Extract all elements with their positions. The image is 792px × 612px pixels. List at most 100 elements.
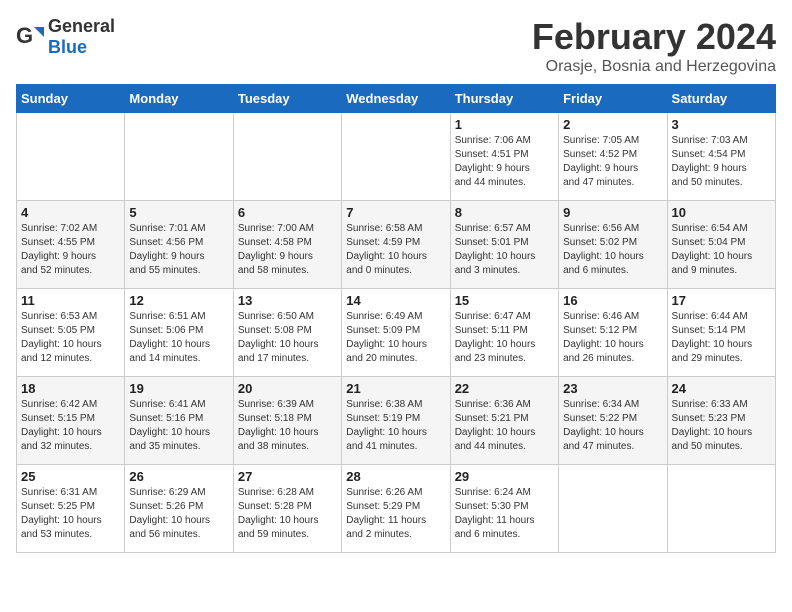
header-day-monday: Monday (125, 85, 233, 113)
day-info: Sunrise: 6:54 AM Sunset: 5:04 PM Dayligh… (672, 222, 771, 278)
calendar-body: 1 Sunrise: 7:06 AM Sunset: 4:51 PM Daylig… (17, 113, 776, 553)
calendar-cell: 1 Sunrise: 7:06 AM Sunset: 4:51 PM Daylig… (450, 113, 558, 201)
header-day-saturday: Saturday (667, 85, 775, 113)
week-row-5: 25Sunrise: 6:31 AM Sunset: 5:25 PM Dayli… (17, 465, 776, 553)
day-info: Sunrise: 7:01 AM Sunset: 4:56 PM Dayligh… (129, 222, 228, 278)
calendar-cell: 11 Sunrise: 6:53 AM Sunset: 5:05 PM Dayli… (17, 289, 125, 377)
day-info: Sunrise: 6:24 AM Sunset: 5:30 PM Dayligh… (455, 486, 554, 542)
calendar-cell: 21 Sunrise: 6:38 AM Sunset: 5:19 PM Dayli… (342, 377, 450, 465)
day-number: 5 (129, 205, 228, 220)
calendar-cell: 6Sunrise: 7:00 AM Sunset: 4:58 PM Daylig… (233, 201, 341, 289)
day-number: 26 (129, 469, 228, 484)
day-number: 12 (129, 293, 228, 308)
calendar-cell: 2 Sunrise: 7:05 AM Sunset: 4:52 PM Daylig… (559, 113, 667, 201)
calendar-cell: 9 Sunrise: 6:56 AM Sunset: 5:02 PM Daylig… (559, 201, 667, 289)
day-info: Sunrise: 6:26 AM Sunset: 5:29 PM Dayligh… (346, 486, 445, 542)
calendar-cell: 3 Sunrise: 7:03 AM Sunset: 4:54 PM Daylig… (667, 113, 775, 201)
week-row-3: 11 Sunrise: 6:53 AM Sunset: 5:05 PM Dayli… (17, 289, 776, 377)
day-number: 28 (346, 469, 445, 484)
day-info: Sunrise: 6:34 AM Sunset: 5:22 PM Dayligh… (563, 398, 662, 454)
day-number: 27 (238, 469, 337, 484)
day-number: 13 (238, 293, 337, 308)
day-info: Sunrise: 6:44 AM Sunset: 5:14 PM Dayligh… (672, 310, 771, 366)
day-number: 29 (455, 469, 554, 484)
day-number: 20 (238, 381, 337, 396)
calendar-cell: 4 Sunrise: 7:02 AM Sunset: 4:55 PM Daylig… (17, 201, 125, 289)
calendar-table: SundayMondayTuesdayWednesdayThursdayFrid… (16, 84, 776, 553)
day-info: Sunrise: 6:49 AM Sunset: 5:09 PM Dayligh… (346, 310, 445, 366)
day-number: 16 (563, 293, 662, 308)
calendar-cell (125, 113, 233, 201)
day-number: 4 (21, 205, 120, 220)
calendar-cell (667, 465, 775, 553)
day-info: Sunrise: 6:53 AM Sunset: 5:05 PM Dayligh… (21, 310, 120, 366)
calendar-cell: 16Sunrise: 6:46 AM Sunset: 5:12 PM Dayli… (559, 289, 667, 377)
day-number: 8 (455, 205, 554, 220)
calendar-cell: 23 Sunrise: 6:34 AM Sunset: 5:22 PM Dayli… (559, 377, 667, 465)
day-number: 24 (672, 381, 771, 396)
day-info: Sunrise: 7:06 AM Sunset: 4:51 PM Dayligh… (455, 134, 554, 190)
day-number: 14 (346, 293, 445, 308)
calendar-cell: 5 Sunrise: 7:01 AM Sunset: 4:56 PM Daylig… (125, 201, 233, 289)
calendar-cell: 17 Sunrise: 6:44 AM Sunset: 5:14 PM Dayli… (667, 289, 775, 377)
day-info: Sunrise: 6:33 AM Sunset: 5:23 PM Dayligh… (672, 398, 771, 454)
week-row-2: 4 Sunrise: 7:02 AM Sunset: 4:55 PM Daylig… (17, 201, 776, 289)
month-title: February 2024 (532, 16, 776, 58)
calendar-cell: 19 Sunrise: 6:41 AM Sunset: 5:16 PM Dayli… (125, 377, 233, 465)
calendar-cell: 10 Sunrise: 6:54 AM Sunset: 5:04 PM Dayli… (667, 201, 775, 289)
day-info: Sunrise: 6:56 AM Sunset: 5:02 PM Dayligh… (563, 222, 662, 278)
calendar-cell (233, 113, 341, 201)
day-info: Sunrise: 6:36 AM Sunset: 5:21 PM Dayligh… (455, 398, 554, 454)
day-number: 21 (346, 381, 445, 396)
logo-icon: G (16, 23, 44, 51)
calendar-cell: 25Sunrise: 6:31 AM Sunset: 5:25 PM Dayli… (17, 465, 125, 553)
day-number: 25 (21, 469, 120, 484)
day-number: 17 (672, 293, 771, 308)
calendar-cell: 13 Sunrise: 6:50 AM Sunset: 5:08 PM Dayli… (233, 289, 341, 377)
svg-text:G: G (16, 23, 33, 48)
day-number: 1 (455, 117, 554, 132)
calendar-header: SundayMondayTuesdayWednesdayThursdayFrid… (17, 85, 776, 113)
day-info: Sunrise: 7:02 AM Sunset: 4:55 PM Dayligh… (21, 222, 120, 278)
day-number: 11 (21, 293, 120, 308)
header-row: SundayMondayTuesdayWednesdayThursdayFrid… (17, 85, 776, 113)
calendar-cell: 29 Sunrise: 6:24 AM Sunset: 5:30 PM Dayli… (450, 465, 558, 553)
day-info: Sunrise: 6:57 AM Sunset: 5:01 PM Dayligh… (455, 222, 554, 278)
day-info: Sunrise: 6:51 AM Sunset: 5:06 PM Dayligh… (129, 310, 228, 366)
calendar-cell: 24 Sunrise: 6:33 AM Sunset: 5:23 PM Dayli… (667, 377, 775, 465)
day-info: Sunrise: 6:42 AM Sunset: 5:15 PM Dayligh… (21, 398, 120, 454)
day-number: 22 (455, 381, 554, 396)
day-number: 9 (563, 205, 662, 220)
calendar-cell: 20 Sunrise: 6:39 AM Sunset: 5:18 PM Dayli… (233, 377, 341, 465)
header-day-sunday: Sunday (17, 85, 125, 113)
calendar-cell: 28 Sunrise: 6:26 AM Sunset: 5:29 PM Dayli… (342, 465, 450, 553)
day-info: Sunrise: 7:00 AM Sunset: 4:58 PM Dayligh… (238, 222, 337, 278)
day-number: 2 (563, 117, 662, 132)
logo: G General Blue (16, 16, 115, 58)
calendar-cell: 7Sunrise: 6:58 AM Sunset: 4:59 PM Daylig… (342, 201, 450, 289)
week-row-1: 1 Sunrise: 7:06 AM Sunset: 4:51 PM Daylig… (17, 113, 776, 201)
day-info: Sunrise: 6:41 AM Sunset: 5:16 PM Dayligh… (129, 398, 228, 454)
day-number: 3 (672, 117, 771, 132)
day-info: Sunrise: 6:39 AM Sunset: 5:18 PM Dayligh… (238, 398, 337, 454)
calendar-cell: 26 Sunrise: 6:29 AM Sunset: 5:26 PM Dayli… (125, 465, 233, 553)
day-number: 10 (672, 205, 771, 220)
day-info: Sunrise: 7:05 AM Sunset: 4:52 PM Dayligh… (563, 134, 662, 190)
calendar-cell (559, 465, 667, 553)
header-day-thursday: Thursday (450, 85, 558, 113)
day-info: Sunrise: 6:47 AM Sunset: 5:11 PM Dayligh… (455, 310, 554, 366)
day-info: Sunrise: 6:38 AM Sunset: 5:19 PM Dayligh… (346, 398, 445, 454)
day-info: Sunrise: 7:03 AM Sunset: 4:54 PM Dayligh… (672, 134, 771, 190)
header-day-wednesday: Wednesday (342, 85, 450, 113)
calendar-cell (342, 113, 450, 201)
calendar-cell: 12 Sunrise: 6:51 AM Sunset: 5:06 PM Dayli… (125, 289, 233, 377)
day-number: 19 (129, 381, 228, 396)
day-info: Sunrise: 6:50 AM Sunset: 5:08 PM Dayligh… (238, 310, 337, 366)
calendar-cell (17, 113, 125, 201)
day-info: Sunrise: 6:29 AM Sunset: 5:26 PM Dayligh… (129, 486, 228, 542)
logo-text: General Blue (48, 16, 115, 58)
page-header: G General Blue February 2024 Orasje, Bos… (16, 16, 776, 76)
day-number: 18 (21, 381, 120, 396)
calendar-cell: 15Sunrise: 6:47 AM Sunset: 5:11 PM Dayli… (450, 289, 558, 377)
day-number: 23 (563, 381, 662, 396)
